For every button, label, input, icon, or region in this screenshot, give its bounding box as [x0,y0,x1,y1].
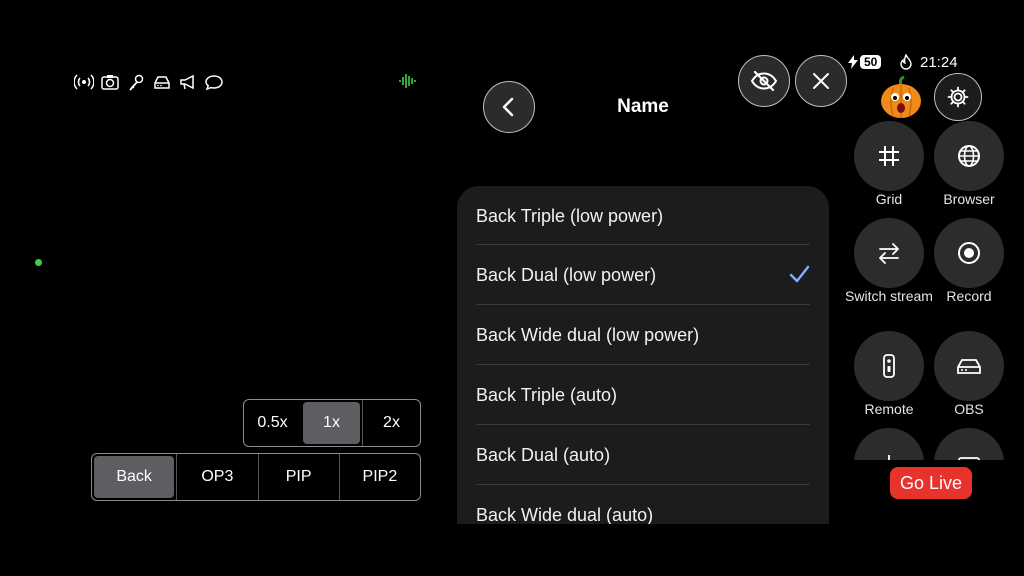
audio-level-icon [399,74,416,88]
bolt-icon [848,55,858,69]
camera-option-pip2[interactable]: PIP2 [338,454,420,500]
checkmark-icon [789,265,810,283]
hide-ui-button[interactable] [738,55,790,107]
camera-selector: Back OP3 PIP PIP2 [91,453,421,501]
record-button[interactable] [934,218,1004,288]
battery-level: 50 [860,55,882,69]
camera-option-op3[interactable]: OP3 [176,454,257,500]
obs-label: OBS [954,401,984,417]
camera-list: Back Triple (low power) Back Dual (low p… [457,186,829,524]
grid-label: Grid [875,191,903,207]
battery-indicator: 50 [848,53,892,71]
list-item[interactable]: Back Wide dual (auto) [476,484,810,524]
obs-icon [957,359,981,374]
obs-button[interactable] [934,331,1004,401]
clock: 21:24 [920,53,958,71]
snapshot-button[interactable] [934,428,1004,460]
zoom-option-1x[interactable]: 1x [303,402,360,444]
zoom-option-2x[interactable]: 2x [362,400,420,446]
quick-buttons-overflow [854,428,1024,460]
chat-icon [205,75,223,91]
camera-option-back[interactable]: Back [94,456,175,498]
remote-label: Remote [864,401,914,417]
chevron-left-icon [502,97,514,117]
browser-button[interactable] [934,121,1004,191]
gear-icon [947,86,969,108]
signal-icon [74,74,94,90]
globe-icon [958,145,980,167]
close-button[interactable] [795,55,847,107]
list-item[interactable]: Back Dual (auto) [476,424,810,485]
zoom-selector: 0.5x 1x 2x [243,399,421,447]
switch-arrows-icon [879,243,899,264]
camera-option-pip[interactable]: PIP [257,454,339,500]
microphone-icon [129,74,144,91]
browser-label: Browser [943,191,995,207]
grid-icon [879,146,899,166]
back-button[interactable] [483,81,535,133]
list-item[interactable]: Back Triple (auto) [476,364,810,425]
pumpkin-avatar[interactable] [879,76,923,120]
record-label: Record [946,288,992,304]
list-item[interactable]: Back Wide dual (low power) [476,304,810,365]
obs-icon [154,76,170,89]
remote-button[interactable] [854,331,924,401]
flame-icon [900,54,912,70]
settings-button[interactable] [934,73,982,121]
megaphone-icon [180,74,194,90]
switch-stream-label: Switch stream [845,288,933,304]
picker-title: Name [617,96,669,117]
remote-icon [883,354,895,378]
eye-slash-icon [750,70,778,92]
download-button[interactable] [854,428,924,460]
switch-stream-button[interactable] [854,218,924,288]
grid-button[interactable] [854,121,924,191]
close-icon [813,73,829,89]
list-item[interactable]: Back Triple (low power) [476,186,810,246]
camera-icon [958,457,980,460]
stream-status-icons [74,72,224,92]
list-item[interactable]: Back Dual (low power) [476,244,810,305]
zoom-option-0.5x[interactable]: 0.5x [244,400,301,446]
download-icon [888,455,890,460]
focus-indicator-dot [35,259,42,266]
camera-icon [101,75,119,90]
go-live-button[interactable]: Go Live [890,467,972,499]
record-icon [958,242,980,264]
